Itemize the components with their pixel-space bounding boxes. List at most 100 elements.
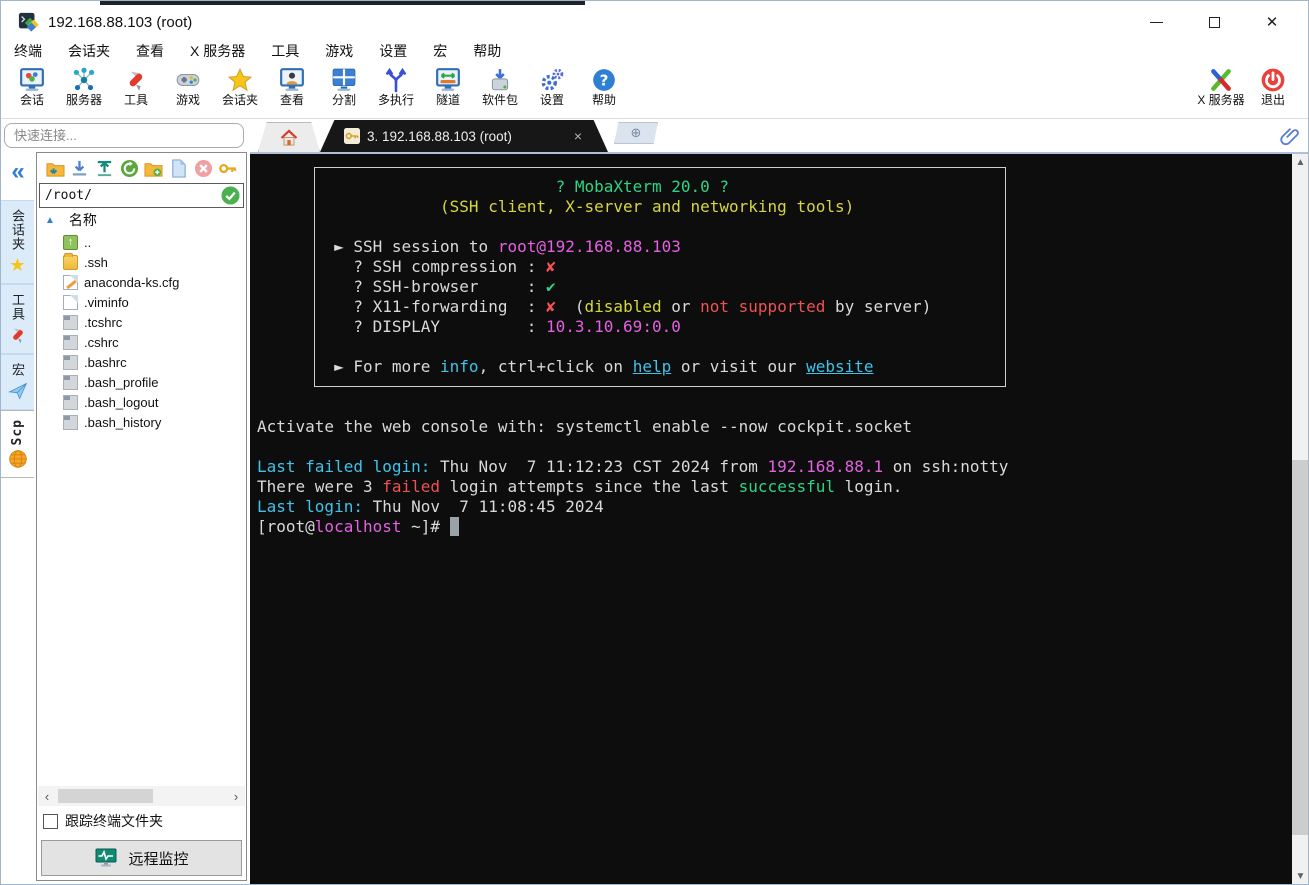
- swiss-knife-icon: [8, 325, 28, 345]
- download-icon[interactable]: [70, 159, 89, 178]
- quick-connect-input[interactable]: [4, 123, 244, 148]
- file-row[interactable]: .bash_history: [37, 412, 246, 432]
- help-button[interactable]: ? 帮助: [578, 65, 630, 107]
- scroll-left-icon[interactable]: ‹: [38, 789, 56, 804]
- new-file-icon[interactable]: [169, 159, 188, 178]
- file-row[interactable]: ↑..: [37, 232, 246, 252]
- sidebar-tab-tools[interactable]: 工具: [0, 284, 34, 354]
- terminal-link[interactable]: help: [633, 357, 672, 376]
- menu-macros[interactable]: 宏: [433, 41, 447, 61]
- path-input[interactable]: [40, 188, 221, 203]
- file-row[interactable]: .tcshrc: [37, 312, 246, 332]
- settings-button[interactable]: 设置: [526, 65, 578, 107]
- tab-close-icon[interactable]: ×: [574, 128, 582, 144]
- maximize-button[interactable]: [1185, 5, 1243, 39]
- scrollbar-thumb[interactable]: [1292, 460, 1309, 835]
- file-row[interactable]: .viminfo: [37, 292, 246, 312]
- menu-view[interactable]: 查看: [136, 41, 164, 61]
- folder-icon: [63, 255, 78, 270]
- sidebar-tab-sessions[interactable]: 会话夹 ★: [0, 200, 34, 284]
- file-browser-panel: ▲ 名称 ↑.. .ssh anaconda-ks.cfg .viminfo .…: [36, 152, 247, 881]
- gamepad-icon: [175, 67, 201, 93]
- folder-up-icon: ↑: [63, 235, 78, 250]
- shell-file-icon: [63, 395, 78, 410]
- attachments-icon[interactable]: [1279, 124, 1301, 148]
- sidebar-tab-macros[interactable]: 宏: [0, 354, 34, 410]
- menu-tools[interactable]: 工具: [271, 41, 299, 61]
- minimize-icon: [1150, 22, 1163, 23]
- help-icon: ?: [591, 67, 617, 93]
- key-icon[interactable]: [218, 159, 237, 178]
- packages-button[interactable]: 软件包: [474, 65, 526, 107]
- terminal-line: ? SSH compression : ✘: [257, 257, 1008, 277]
- terminal-line: [257, 397, 1008, 417]
- refresh-icon[interactable]: [120, 159, 139, 178]
- file-row[interactable]: .cshrc: [37, 332, 246, 352]
- go-up-folder-icon[interactable]: [46, 159, 65, 178]
- terminal-line: Last failed login: Thu Nov 7 11:12:23 CS…: [257, 457, 1008, 477]
- home-tab[interactable]: [258, 122, 320, 152]
- horizontal-scrollbar[interactable]: ‹ ›: [38, 786, 245, 806]
- scroll-right-icon[interactable]: ›: [227, 789, 245, 804]
- scroll-down-icon[interactable]: ▼: [1292, 868, 1309, 885]
- close-button[interactable]: ✕: [1243, 5, 1301, 39]
- remote-monitoring-button[interactable]: 远程监控: [41, 840, 242, 876]
- sessions-folder-button[interactable]: 会话夹: [214, 65, 266, 107]
- view-button[interactable]: 查看: [266, 65, 318, 107]
- collapse-sidebar-button[interactable]: «: [0, 152, 36, 192]
- servers-network-icon: [71, 67, 97, 93]
- terminal-link[interactable]: website: [806, 357, 873, 376]
- active-session-tab[interactable]: 3. 192.168.88.103 (root) ×: [320, 120, 608, 152]
- terminal-line: ? SSH-browser : ✔: [257, 277, 1008, 297]
- menu-x-server[interactable]: X 服务器: [190, 41, 245, 61]
- minimize-button[interactable]: [1127, 5, 1185, 39]
- new-tab-button[interactable]: ⊕: [614, 122, 658, 144]
- terminal[interactable]: ? MobaXterm 20.0 ? (SSH client, X-server…: [250, 154, 1292, 885]
- key-icon: [344, 128, 360, 144]
- scroll-up-icon[interactable]: ▲: [1292, 154, 1309, 171]
- fork-icon: [383, 67, 409, 93]
- file-browser-toolbar: [37, 153, 246, 183]
- maximize-icon: [1209, 17, 1220, 28]
- upload-icon[interactable]: [95, 159, 114, 178]
- star-icon: ★: [8, 255, 28, 275]
- terminal-scrollbar[interactable]: ▲ ▼: [1292, 154, 1309, 885]
- split-panes-icon: [331, 67, 357, 93]
- checkbox-label: 跟踪终端文件夹: [65, 811, 163, 831]
- menu-sessions[interactable]: 会话夹: [68, 41, 110, 61]
- file-row[interactable]: anaconda-ks.cfg: [37, 272, 246, 292]
- exit-button[interactable]: 退出: [1247, 65, 1299, 107]
- view-monitor-icon: [279, 67, 305, 93]
- tools-button[interactable]: 工具: [110, 65, 162, 107]
- checkbox[interactable]: [43, 814, 58, 829]
- config-file-icon: [63, 275, 78, 290]
- file-row[interactable]: .bash_profile: [37, 372, 246, 392]
- new-folder-icon[interactable]: [144, 159, 163, 178]
- follow-terminal-folder[interactable]: 跟踪终端文件夹: [37, 806, 246, 836]
- svg-text:?: ?: [600, 71, 609, 89]
- scrollbar-thumb[interactable]: [58, 789, 153, 803]
- file-row[interactable]: .ssh: [37, 252, 246, 272]
- menu-help[interactable]: 帮助: [473, 41, 501, 61]
- multiexec-button[interactable]: 多执行: [370, 65, 422, 107]
- servers-button[interactable]: 服务器: [58, 65, 110, 107]
- file-list-header[interactable]: ▲ 名称: [37, 208, 246, 232]
- file-row[interactable]: .bash_logout: [37, 392, 246, 412]
- go-path-button[interactable]: [221, 186, 240, 205]
- column-header-name: 名称: [69, 210, 97, 230]
- tunnel-button[interactable]: 隧道: [422, 65, 474, 107]
- terminal-line: (SSH client, X-server and networking too…: [257, 197, 1008, 217]
- session-button[interactable]: 会话: [6, 65, 58, 107]
- toolbar: 会话 服务器 工具 游戏 会话夹 查看 分割 多执行 隧道 软件包 设置 ?: [0, 63, 1309, 119]
- terminal-line: ► SSH session to root@192.168.88.103: [257, 237, 1008, 257]
- menu-terminal[interactable]: 终端: [14, 41, 42, 61]
- games-button[interactable]: 游戏: [162, 65, 214, 107]
- sidebar-tab-scp[interactable]: Scp: [0, 410, 34, 478]
- split-button[interactable]: 分割: [318, 65, 370, 107]
- x-server-button[interactable]: X 服务器: [1195, 65, 1247, 107]
- menu-settings[interactable]: 设置: [379, 41, 407, 61]
- file-row[interactable]: .bashrc: [37, 352, 246, 372]
- menu-games[interactable]: 游戏: [325, 41, 353, 61]
- terminal-line: There were 3 failed login attempts since…: [257, 477, 1008, 497]
- delete-icon[interactable]: [194, 159, 213, 178]
